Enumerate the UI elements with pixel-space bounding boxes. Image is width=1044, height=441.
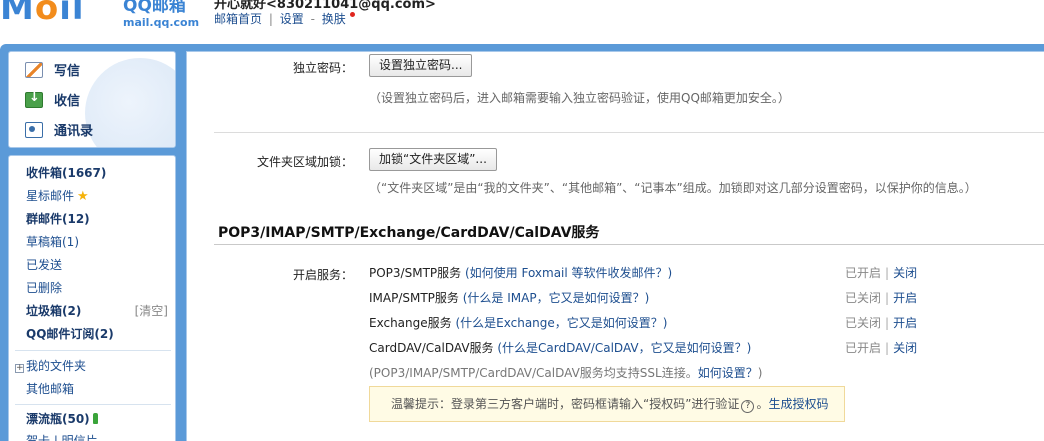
service-name: IMAP/SMTP服务 — [369, 291, 459, 305]
logo-subtitle: QQ邮箱 mail.qq.com — [123, 0, 199, 30]
service-help-link[interactable]: (什么是 IMAP，它又是如何设置？) — [463, 291, 650, 305]
tip-period: 。 — [756, 397, 769, 411]
ssl-note-text: (POP3/IMAP/SMTP/CardDAV/CalDAV服务均支持SSL连接… — [369, 366, 698, 380]
sidebar-item-subscriptions[interactable]: QQ邮件订阅(2) — [26, 325, 114, 342]
sidebar-item-deleted[interactable]: 已删除 — [26, 279, 62, 296]
service-carddav-caldav: CardDAV/CalDAV服务 (什么是CardDAV/CalDAV，它又是如… — [369, 339, 751, 356]
qq-mail-logo[interactable]: Moil — [0, 0, 85, 28]
separator: | — [885, 341, 890, 355]
change-skin-link[interactable]: 换肤 — [322, 12, 346, 26]
star-icon: ★ — [77, 189, 89, 204]
separator: | — [268, 12, 273, 26]
settings-link[interactable]: 设置 — [280, 12, 304, 26]
mailbox-home-link[interactable]: 邮箱首页 — [214, 12, 262, 26]
inbox-download-icon — [25, 90, 43, 108]
separator: | — [885, 291, 890, 305]
sidebar-item-spam[interactable]: 垃圾箱(2) — [26, 302, 81, 319]
sidebar-item-inbox[interactable]: 收件箱(1667) — [26, 164, 106, 181]
independent-password-label: 独立密码： — [292, 61, 353, 75]
receive-mail-button[interactable]: 收信 — [25, 90, 80, 109]
sidebar-item-other-mailboxes[interactable]: 其他邮箱 — [26, 380, 74, 397]
service-imap-smtp: IMAP/SMTP服务 (什么是 IMAP，它又是如何设置？) — [369, 289, 649, 306]
drift-bottle-label: 漂流瓶(50) — [26, 412, 90, 426]
service-imap-smtp-state: 已关闭 | 开启 — [845, 289, 917, 306]
service-status: 已开启 — [845, 266, 882, 280]
settings-panel: 独立密码： 设置独立密码... （设置独立密码后，进入邮箱需要输入独立密码验证，… — [186, 51, 1044, 441]
service-name: POP3/SMTP服务 — [369, 266, 462, 280]
write-label: 写信 — [54, 64, 81, 79]
contacts-label: 通讯录 — [54, 124, 94, 139]
service-name: CardDAV/CalDAV服务 — [369, 341, 494, 355]
service-pop3-smtp: POP3/SMTP服务 (如何使用 Foxmail 等软件收发邮件？) — [369, 264, 672, 281]
pen-icon — [25, 61, 43, 78]
set-independent-password-button[interactable]: 设置独立密码... — [369, 54, 473, 77]
divider — [214, 244, 1044, 245]
service-status: 已关闭 — [845, 316, 882, 330]
logo-brand: QQ邮箱 — [123, 0, 186, 16]
service-toggle-link[interactable]: 关闭 — [893, 341, 917, 355]
sidebar-item-group[interactable]: 群邮件(12) — [26, 210, 90, 227]
divider — [15, 404, 171, 405]
notification-dot-icon — [349, 12, 355, 17]
service-toggle-link[interactable]: 开启 — [893, 291, 917, 305]
enable-services-label: 开启服务： — [292, 268, 353, 282]
ssl-support-note: (POP3/IMAP/SMTP/CardDAV/CalDAV服务均支持SSL连接… — [369, 364, 762, 381]
generate-auth-code-link[interactable]: 生成授权码 — [768, 397, 828, 411]
folder-list: 收件箱(1667) 星标邮件 ★ 群邮件(12) 草稿箱(1) 已发送 已删除 垃… — [8, 155, 176, 441]
separator: - — [310, 12, 315, 26]
help-question-icon[interactable]: ? — [741, 400, 755, 413]
folder-lock-hint: （“文件夹区域”是由“我的文件夹”、“其他邮箱”、“记事本”组成。加锁即对这几部… — [369, 181, 977, 195]
sidebar-item-my-folders[interactable]: + 我的文件夹 — [15, 357, 86, 374]
separator: | — [885, 316, 890, 330]
services-section-title: POP3/IMAP/SMTP/Exchange/CardDAV/CalDAV服务 — [218, 225, 600, 241]
service-pop3-smtp-state: 已开启 | 关闭 — [845, 264, 917, 281]
top-links: 邮箱首页 | 设置 - 换肤 — [214, 10, 355, 27]
service-carddav-caldav-state: 已开启 | 关闭 — [845, 339, 917, 356]
service-exchange: Exchange服务 (什么是Exchange，它又是如何设置？) — [369, 314, 667, 331]
sidebar-item-sent[interactable]: 已发送 — [26, 256, 62, 273]
compose-panel: 写信 收信 通讯录 — [8, 51, 176, 148]
logo-domain: mail.qq.com — [123, 16, 200, 29]
sidebar-item-starred[interactable]: 星标邮件 ★ — [26, 187, 89, 204]
ssl-howto-link[interactable]: 如何设置？ — [698, 366, 758, 380]
service-name: Exchange服务 — [369, 316, 452, 330]
sidebar-item-drift-bottle[interactable]: 漂流瓶(50) — [26, 410, 98, 427]
divider — [214, 132, 1044, 133]
expand-plus-icon[interactable]: + — [15, 364, 24, 373]
sidebar-item-drafts[interactable]: 草稿箱(1) — [26, 233, 79, 250]
lock-folder-area-button[interactable]: 加锁“文件夹区域”... — [369, 148, 497, 171]
header: Moil QQ邮箱 mail.qq.com 开心就好<830211041@qq.… — [0, 0, 1044, 44]
auth-code-tip: 温馨提示：登录第三方客户端时，密码框请输入“授权码”进行验证? 。生成授权码 — [369, 386, 845, 422]
independent-password-hint: （设置独立密码后，进入邮箱需要输入独立密码验证，使用QQ邮箱更加安全。） — [369, 91, 790, 105]
ssl-note-close: ) — [757, 366, 763, 380]
divider — [15, 350, 171, 351]
service-exchange-state: 已关闭 | 开启 — [845, 314, 917, 331]
bottle-icon — [92, 413, 98, 424]
service-toggle-link[interactable]: 开启 — [893, 316, 917, 330]
qq-penguin-watermark — [85, 58, 175, 147]
sidebar-item-cards[interactable]: 贺卡 | 明信片 — [26, 432, 98, 441]
my-folders-label: 我的文件夹 — [26, 359, 87, 373]
contacts-button[interactable]: 通讯录 — [25, 120, 93, 139]
service-help-link[interactable]: (什么是CardDAV/CalDAV，它又是如何设置？) — [497, 341, 751, 355]
receive-label: 收信 — [54, 94, 81, 109]
clear-spam-link[interactable]: [清空] — [135, 302, 168, 319]
separator: | — [885, 266, 890, 280]
service-help-link[interactable]: (什么是Exchange，它又是如何设置？) — [455, 316, 667, 330]
service-status: 已关闭 — [845, 291, 882, 305]
service-help-link[interactable]: (如何使用 Foxmail 等软件收发邮件？) — [465, 266, 672, 280]
write-mail-button[interactable]: 写信 — [25, 60, 80, 79]
service-toggle-link[interactable]: 关闭 — [893, 266, 917, 280]
service-status: 已开启 — [845, 341, 882, 355]
tip-text: 温馨提示：登录第三方客户端时，密码框请输入“授权码”进行验证 — [391, 397, 740, 411]
address-book-icon — [25, 121, 43, 138]
starred-label: 星标邮件 — [26, 189, 75, 203]
folder-lock-label: 文件夹区域加锁： — [256, 155, 353, 169]
